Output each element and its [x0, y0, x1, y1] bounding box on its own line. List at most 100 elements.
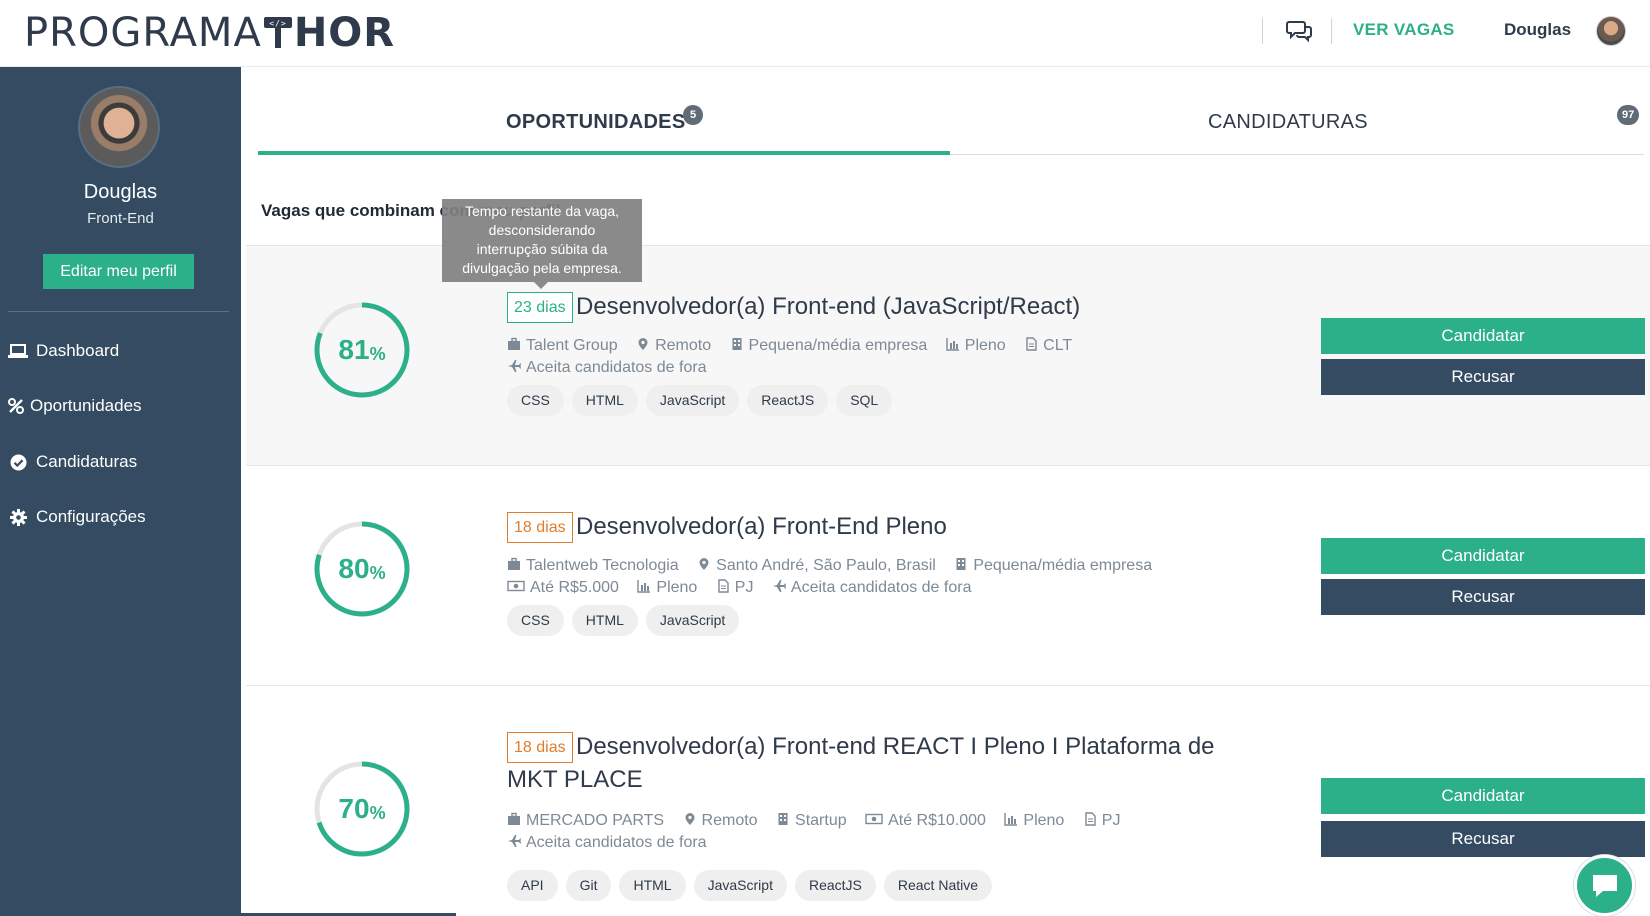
- chat-button[interactable]: [1574, 855, 1635, 916]
- job-card: 80% 18 dias Desenvolvedor(a) Front-End P…: [246, 465, 1650, 685]
- refuse-button[interactable]: Recusar: [1321, 821, 1645, 857]
- briefcase-icon: [507, 811, 521, 825]
- job-meta-item: Pequena/média empresa: [954, 557, 1152, 574]
- svg-text:</>: </>: [269, 19, 286, 28]
- check-circle-icon: [6, 452, 30, 472]
- job-meta-text: Talentweb Tecnologia: [526, 557, 679, 574]
- job-meta-item: Startup: [776, 812, 847, 829]
- job-meta-text: Aceita candidatos de fora: [526, 834, 707, 851]
- sidebar-item-label: Oportunidades: [30, 396, 142, 415]
- skill-tag[interactable]: HTML: [571, 605, 638, 636]
- ver-vagas-link[interactable]: VER VAGAS: [1353, 20, 1455, 40]
- sidebar-item-candidaturas[interactable]: Candidaturas: [6, 447, 236, 477]
- skill-tag[interactable]: API: [507, 870, 558, 901]
- skill-tag[interactable]: ReactJS: [794, 870, 876, 901]
- map-pin-icon: [636, 336, 650, 350]
- sidebar-item-label: Candidaturas: [36, 452, 138, 471]
- skill-tag[interactable]: Git: [565, 870, 612, 901]
- tab-candidaturas[interactable]: CANDIDATURAS 97: [950, 95, 1644, 155]
- job-meta-item: Aceita candidatos de fora: [507, 359, 707, 376]
- profile-role: Front-End: [87, 210, 154, 227]
- job-meta-item: Até R$10.000: [865, 812, 986, 829]
- job-meta-item: Pleno: [637, 579, 697, 596]
- job-meta-text: Aceita candidatos de fora: [790, 579, 972, 596]
- plane-icon: [772, 578, 786, 592]
- skill-tag[interactable]: JavaScript: [645, 385, 740, 416]
- job-meta-text: Talent Group: [526, 337, 618, 354]
- skill-tag[interactable]: CSS: [507, 605, 564, 636]
- chat-bubbles-icon[interactable]: [1286, 18, 1314, 44]
- skill-tag[interactable]: CSS: [507, 385, 564, 416]
- sidebar-item-oportunidades[interactable]: Oportunidades: [6, 391, 236, 421]
- match-score: 80%: [312, 519, 412, 619]
- job-title[interactable]: Desenvolvedor(a) Front-End Pleno: [576, 510, 1316, 543]
- apply-button[interactable]: Candidatar: [1321, 318, 1645, 354]
- tooltip-arrow: [534, 282, 548, 289]
- job-title[interactable]: Desenvolvedor(a) Front-end (JavaScript/R…: [576, 290, 1316, 323]
- skill-tag[interactable]: SQL: [836, 385, 893, 416]
- gear-icon: [6, 507, 30, 527]
- avatar[interactable]: [1596, 16, 1626, 46]
- profile-avatar: [78, 86, 160, 168]
- logo-text-left: PROGRAMA: [24, 10, 262, 56]
- job-meta-item: Aceita candidatos de fora: [507, 834, 707, 851]
- score-value: 81%: [338, 334, 386, 365]
- refuse-button[interactable]: Recusar: [1321, 359, 1645, 395]
- sidebar-item-label: Dashboard: [36, 341, 120, 360]
- map-pin-icon: [697, 556, 711, 570]
- tooltip-line: desconsiderando: [488, 222, 596, 238]
- percent-icon: [6, 396, 26, 416]
- sidebar-item-configuracoes[interactable]: Configurações: [6, 502, 236, 532]
- map-pin-icon: [683, 811, 697, 825]
- skill-tags: CSS HTML JavaScript ReactJS SQL: [507, 385, 893, 416]
- job-meta-item: CLT: [1024, 337, 1072, 354]
- document-icon: [1083, 811, 1097, 826]
- job-meta: MERCADO PARTS Remoto Startup Até R$10.00…: [507, 810, 1277, 854]
- days-remaining-badge[interactable]: 18 dias: [507, 512, 573, 543]
- tab-label: CANDIDATURAS: [1208, 111, 1368, 133]
- job-meta-item: Aceita candidatos de fora: [772, 578, 972, 596]
- user-menu-name[interactable]: Douglas: [1504, 20, 1571, 40]
- job-meta-item: Remoto: [636, 337, 711, 354]
- job-meta: Talent Group Remoto Pequena/média empres…: [507, 335, 1277, 379]
- job-meta-text: Aceita candidatos de fora: [526, 359, 707, 376]
- apply-button[interactable]: Candidatar: [1321, 538, 1645, 574]
- job-meta-item: Remoto: [683, 812, 758, 829]
- skill-tag[interactable]: HTML: [619, 870, 686, 901]
- job-meta-text: Até R$5.000: [530, 579, 619, 596]
- skill-tag[interactable]: JavaScript: [693, 870, 787, 901]
- job-meta-item: PJ: [1083, 811, 1120, 829]
- money-icon: [865, 811, 883, 825]
- skill-tag[interactable]: React Native: [883, 870, 993, 901]
- match-score: 70%: [312, 759, 412, 859]
- skill-tag[interactable]: JavaScript: [645, 605, 740, 636]
- document-icon: [716, 578, 730, 593]
- job-meta-text: Pequena/média empresa: [748, 337, 928, 354]
- job-title[interactable]: Desenvolvedor(a) Front-end REACT I Pleno…: [507, 730, 1247, 796]
- days-remaining-badge[interactable]: 23 dias: [507, 292, 573, 323]
- document-icon: [1024, 336, 1038, 351]
- logo-text-right: HOR: [293, 10, 396, 56]
- edit-profile-button[interactable]: Editar meu perfil: [43, 254, 194, 289]
- job-meta-item: Até R$5.000: [507, 579, 619, 596]
- money-icon: [507, 578, 525, 592]
- refuse-button[interactable]: Recusar: [1321, 579, 1645, 615]
- bar-chart-icon: [637, 578, 651, 593]
- logo[interactable]: PROGRAMA </> HOR: [24, 10, 395, 56]
- job-meta-item: Pleno: [946, 337, 1006, 354]
- apply-button[interactable]: Candidatar: [1321, 778, 1645, 814]
- job-meta-text: Pleno: [1023, 812, 1065, 829]
- briefcase-icon: [507, 336, 521, 350]
- count-badge: 97: [1617, 105, 1640, 125]
- skill-tag[interactable]: ReactJS: [747, 385, 829, 416]
- job-meta-text: Até R$10.000: [888, 812, 986, 829]
- building-icon: [730, 336, 744, 350]
- job-meta-text: Remoto: [701, 812, 758, 829]
- sidebar-item-dashboard[interactable]: Dashboard: [6, 336, 236, 366]
- job-meta-text: Startup: [795, 812, 847, 829]
- tab-label: OPORTUNIDADES: [506, 111, 686, 133]
- job-meta-item: Santo André, São Paulo, Brasil: [697, 557, 936, 574]
- skill-tags: CSS HTML JavaScript: [507, 605, 740, 636]
- skill-tag[interactable]: HTML: [571, 385, 638, 416]
- tab-oportunidades[interactable]: OPORTUNIDADES 5: [258, 95, 950, 155]
